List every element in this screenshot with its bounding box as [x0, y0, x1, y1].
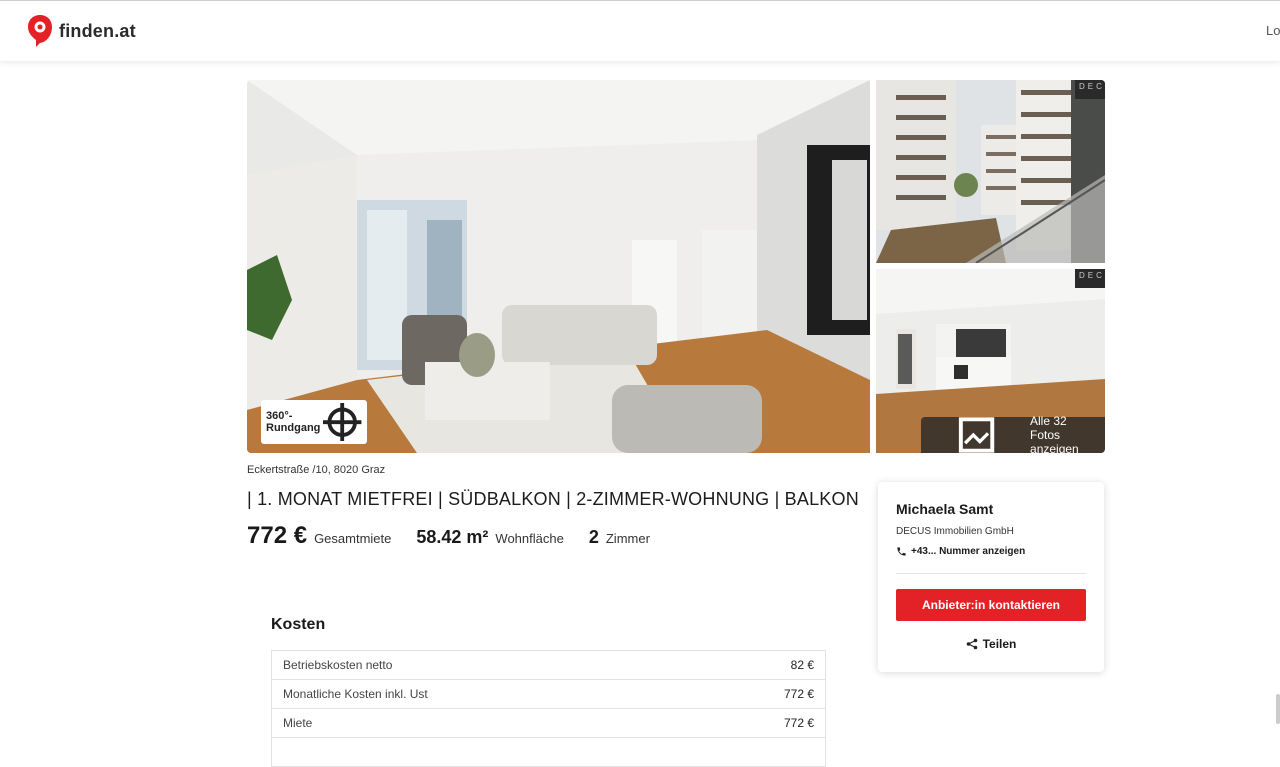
main-photo[interactable]: 360°-Rundgang — [247, 80, 870, 453]
virtual-tour-badge[interactable]: 360°-Rundgang — [261, 399, 367, 444]
table-row — [272, 738, 825, 767]
site-header: finden.at Login — [0, 1, 1280, 61]
listing-address: Eckertstraße /10, 8020 Graz — [247, 464, 386, 476]
crosshair-icon — [323, 402, 362, 441]
price-value: 772 € — [247, 522, 308, 549]
key-facts: 772 € Gesamtmiete 58.42 m² Wohnfläche 2 … — [247, 522, 650, 550]
phone-icon — [897, 547, 906, 556]
cost-value: 772 € — [783, 687, 814, 701]
cost-label: Betriebskosten netto — [283, 658, 393, 672]
listing-title: | 1. MONAT MIETFREI | SÜDBALKON | 2-ZIMM… — [247, 489, 859, 509]
living-room-photo — [247, 80, 870, 453]
contact-provider-button[interactable]: Anbieter:in kontaktieren — [896, 589, 1086, 621]
cost-value: 82 € — [790, 658, 814, 672]
table-row: Monatliche Kosten inkl. Ust 772 € — [272, 680, 825, 709]
balcony-view-photo — [876, 80, 1105, 263]
costs-table: Betriebskosten netto 82 € Monatliche Kos… — [271, 650, 826, 767]
table-row: Miete 772 € — [272, 709, 825, 738]
cost-label: Monatliche Kosten inkl. Ust — [283, 687, 428, 701]
share-icon — [966, 638, 977, 650]
side-photo-kitchen[interactable]: DEC Alle 32 Fotos anzeigen — [876, 269, 1105, 453]
logo-text: finden.at — [59, 20, 136, 41]
show-all-photos-button[interactable]: Alle 32 Fotos anzeigen — [920, 414, 1105, 453]
table-row: Betriebskosten netto 82 € — [272, 651, 825, 680]
share-label: Teilen — [982, 637, 1017, 651]
agent-company: DECUS Immobilien GmbH — [896, 526, 1014, 537]
scrollbar-thumb[interactable] — [1276, 694, 1280, 724]
virtual-tour-label: 360°-Rundgang — [266, 409, 321, 434]
phone-label: +43... Nummer anzeigen — [911, 546, 1026, 557]
contact-card: Michaela Samt DECUS Immobilien GmbH +43.… — [878, 482, 1104, 672]
image-icon — [958, 417, 995, 453]
side-photo-exterior[interactable]: DEC — [876, 80, 1105, 263]
location-pin-logo-icon — [28, 15, 52, 47]
photo-gallery: 360°-Rundgang DEC DEC Alle 32 Fotos anze… — [247, 80, 1105, 453]
site-logo[interactable]: finden.at — [27, 14, 136, 48]
area-value: 58.42 m² — [416, 527, 489, 547]
area-label: Wohnfläche — [495, 531, 564, 546]
cost-value: 772 € — [783, 716, 814, 730]
share-button[interactable]: Teilen — [878, 637, 1104, 651]
agency-watermark: DEC — [1075, 80, 1105, 99]
show-phone-link[interactable]: +43... Nummer anzeigen — [896, 546, 1025, 557]
costs-heading: Kosten — [271, 616, 326, 633]
price-label: Gesamtmiete — [314, 531, 392, 546]
rooms-value: 2 — [588, 527, 599, 547]
divider — [896, 573, 1086, 574]
cost-label: Miete — [283, 716, 313, 730]
agent-name: Michaela Samt — [896, 501, 994, 517]
rooms-label: Zimmer — [605, 531, 650, 546]
login-link[interactable]: Login — [1266, 23, 1280, 38]
show-all-photos-label: Alle 32 Fotos anzeigen — [1030, 414, 1079, 453]
agency-watermark: DEC — [1075, 269, 1105, 288]
